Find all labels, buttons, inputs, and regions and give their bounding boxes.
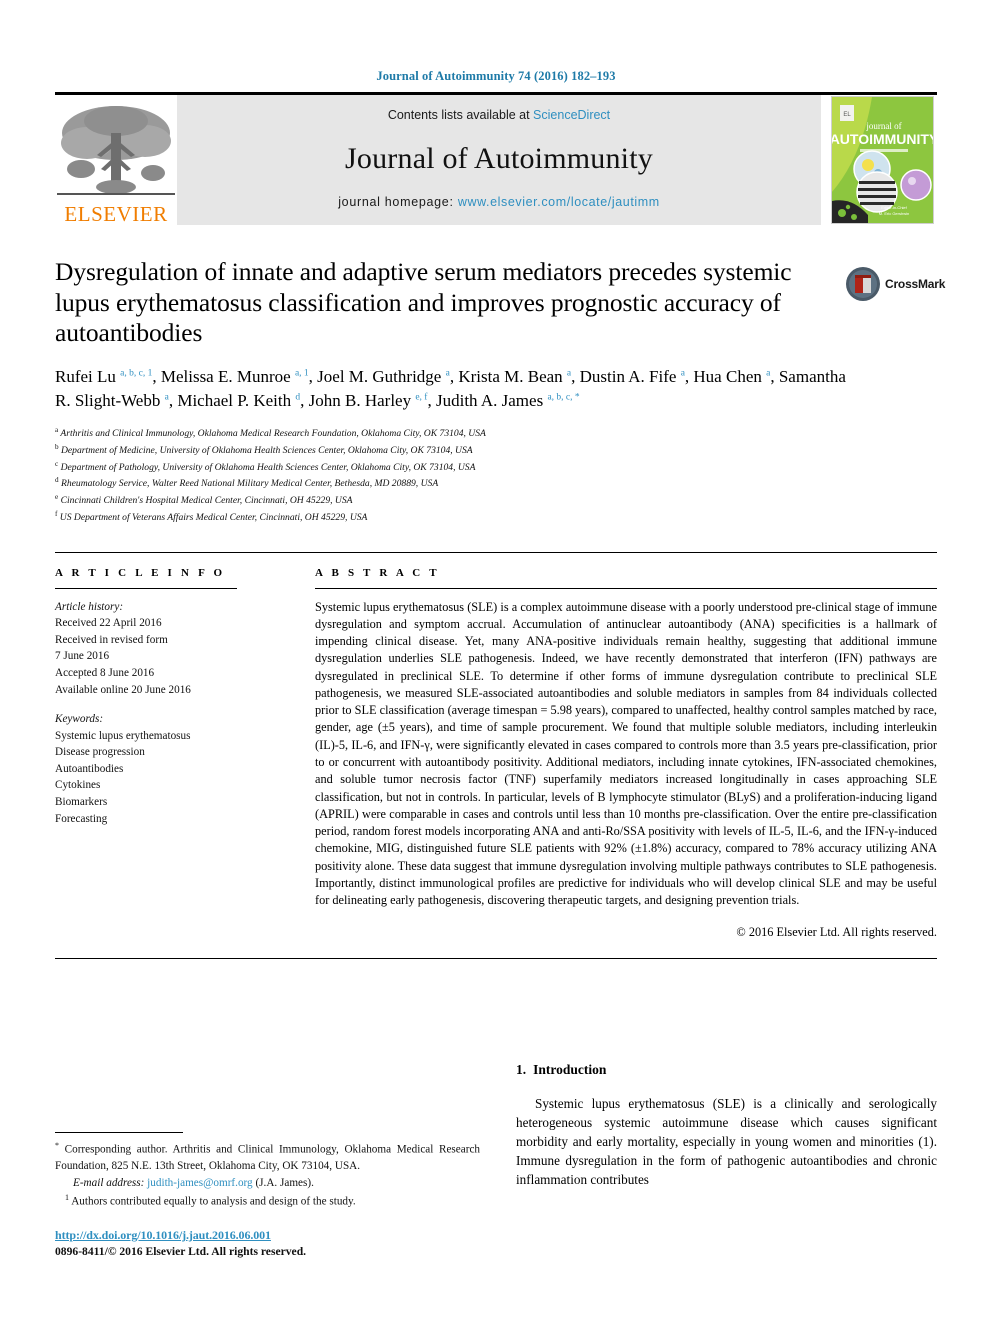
affiliation-list: a Arthritis and Clinical Immunology, Okl… [55, 425, 937, 526]
keyword-items: Systemic lupus erythematosus Disease prog… [55, 728, 285, 827]
article-history-item: Received 22 April 2016 [55, 617, 162, 630]
running-head: Journal of Autoimmunity 74 (2016) 182–19… [376, 69, 616, 83]
article-history-group: Article history: Received 22 April 2016 R… [55, 599, 285, 698]
email-link[interactable]: judith-james@omrf.org [147, 1177, 252, 1189]
sciencedirect-link[interactable]: ScienceDirect [533, 108, 610, 122]
doi-link[interactable]: http://dx.doi.org/10.1016/j.jaut.2016.06… [55, 1228, 495, 1243]
title-block: Dysregulation of innate and adaptive ser… [55, 257, 945, 349]
corresponding-author-note: * Corresponding author. Arthritis and Cl… [55, 1140, 480, 1175]
contents-prefix: Contents lists available at [387, 108, 534, 122]
equal-contribution-note: 1 Authors contributed equally to analysi… [55, 1192, 480, 1211]
issn-copyright-line: 0896-8411/© 2016 Elsevier Ltd. All right… [55, 1245, 307, 1258]
affiliation-text: Department of Medicine, University of Ok… [58, 444, 473, 456]
affiliation-text: US Department of Veterans Affairs Medica… [57, 512, 368, 524]
crossmark-label: CrossMark [885, 277, 946, 291]
keywords-group: Keywords: Systemic lupus erythematosus Di… [55, 711, 285, 827]
journal-masthead: ELSEVIER Contents lists available at Sci… [55, 92, 937, 225]
page-title: Dysregulation of innate and adaptive ser… [55, 257, 792, 348]
elsevier-logo: ELSEVIER [55, 95, 177, 225]
elsevier-wordmark: ELSEVIER [64, 202, 168, 225]
journal-homepage-line: journal homepage: www.elsevier.com/locat… [338, 195, 660, 209]
article-history-items: Received 22 April 2016 Received in revise… [55, 615, 285, 698]
introduction-paragraph: Systemic lupus erythematosus (SLE) is a … [516, 1096, 937, 1187]
keyword-item: Autoantibodies [55, 762, 124, 775]
affiliation-item: e Cincinnati Children's Hospital Medical… [55, 492, 937, 509]
keyword-item: Disease progression [55, 746, 145, 759]
email-attribution: (J.A. James). [255, 1176, 314, 1189]
doi-block: http://dx.doi.org/10.1016/j.jaut.2016.06… [55, 1228, 495, 1258]
article-info-heading: A R T I C L E I N F O [55, 566, 226, 579]
equal-contribution-text: Authors contributed equally to analysis … [71, 1196, 356, 1209]
svg-text:M. Eric Gershwin: M. Eric Gershwin [878, 211, 908, 216]
introduction-title: Introduction [533, 1062, 607, 1077]
abstract-copyright: © 2016 Elsevier Ltd. All rights reserved… [736, 925, 937, 940]
abstract-heading: A B S T R A C T [315, 566, 440, 579]
article-history-item: Available online 20 June 2016 [55, 683, 191, 696]
introduction-heading: 1. Introduction [516, 1062, 937, 1078]
affiliation-item: c Department of Pathology, University of… [55, 459, 937, 476]
crossmark-icon [846, 267, 880, 301]
affiliation-item: f US Department of Veterans Affairs Medi… [55, 509, 937, 526]
email-note: E-mail address: judith-james@omrf.org (J… [55, 1176, 480, 1192]
masthead-center: Contents lists available at ScienceDirec… [177, 95, 821, 225]
svg-text:AUTOIMMUNITY: AUTOIMMUNITY [832, 131, 934, 147]
svg-text:journal of: journal of [865, 121, 901, 131]
footnote-block: * Corresponding author. Arthritis and Cl… [55, 1132, 480, 1212]
affiliation-item: b Department of Medicine, University of … [55, 442, 937, 459]
keyword-item: Biomarkers [55, 795, 108, 808]
affiliation-item: d Rheumatology Service, Walter Reed Nati… [55, 475, 937, 492]
introduction-number: 1. [516, 1062, 527, 1077]
svg-text:EL: EL [843, 112, 851, 118]
article-info-column: A R T I C L E I N F O Article history: R… [55, 567, 285, 941]
author-list: Rufei Lu a, b, c, 1, Melissa E. Munroe a… [55, 366, 846, 410]
article-history-label: Article history: [55, 600, 124, 613]
elsevier-tree-icon [57, 106, 175, 195]
affiliation-item: a Arthritis and Clinical Immunology, Okl… [55, 425, 937, 442]
abstract-rule [315, 587, 937, 589]
contents-lists-line: Contents lists available at ScienceDirec… [388, 108, 610, 122]
corresponding-text: Corresponding author. Arthritis and Clin… [55, 1143, 480, 1172]
introduction-section: 1. Introduction Systemic lupus erythemato… [516, 1062, 937, 1189]
article-info-rule [55, 587, 237, 589]
article-history-item: Received in revised form [55, 633, 168, 646]
affiliation-text: Rheumatology Service, Walter Reed Nation… [58, 478, 439, 490]
keyword-item: Forecasting [55, 812, 108, 825]
abstract-column: A B S T R A C T Systemic lupus erythemat… [315, 567, 937, 941]
svg-text:Editor-in-Chief: Editor-in-Chief [881, 205, 907, 210]
journal-cover-art: EL journal of AUTOIMMUNITY Editor-in-Chi… [831, 97, 934, 223]
affiliation-text: Cincinnati Children's Hospital Medical C… [58, 495, 353, 507]
affiliation-text: Department of Pathology, University of O… [58, 461, 476, 473]
equal-contribution-mark: 1 [65, 1193, 69, 1203]
homepage-prefix: journal homepage: [338, 195, 458, 209]
journal-title: Journal of Autoimmunity [345, 141, 653, 175]
abstract-text: Systemic lupus erythematosus (SLE) is a … [315, 599, 937, 908]
keyword-item: Cytokines [55, 779, 101, 792]
journal-homepage-link[interactable]: www.elsevier.com/locate/jautimm [458, 195, 660, 209]
article-page: Journal of Autoimmunity 74 (2016) 182–19… [0, 0, 992, 1323]
article-history-item: Accepted 8 June 2016 [55, 666, 155, 679]
info-abstract-section: A R T I C L E I N F O Article history: R… [55, 551, 937, 941]
section-divider [55, 958, 937, 960]
corresponding-mark: * [55, 1141, 59, 1150]
article-history-item: 7 June 2016 [55, 650, 110, 663]
journal-cover-thumbnail: EL journal of AUTOIMMUNITY Editor-in-Chi… [821, 95, 937, 225]
footnote-rule [55, 1132, 183, 1133]
keyword-item: Systemic lupus erythematosus [55, 729, 191, 742]
keywords-label: Keywords: [55, 713, 104, 726]
affiliation-text: Arthritis and Clinical Immunology, Oklah… [58, 428, 486, 440]
crossmark-badge[interactable]: CrossMark [845, 261, 945, 307]
email-label: E-mail address: [73, 1176, 145, 1189]
